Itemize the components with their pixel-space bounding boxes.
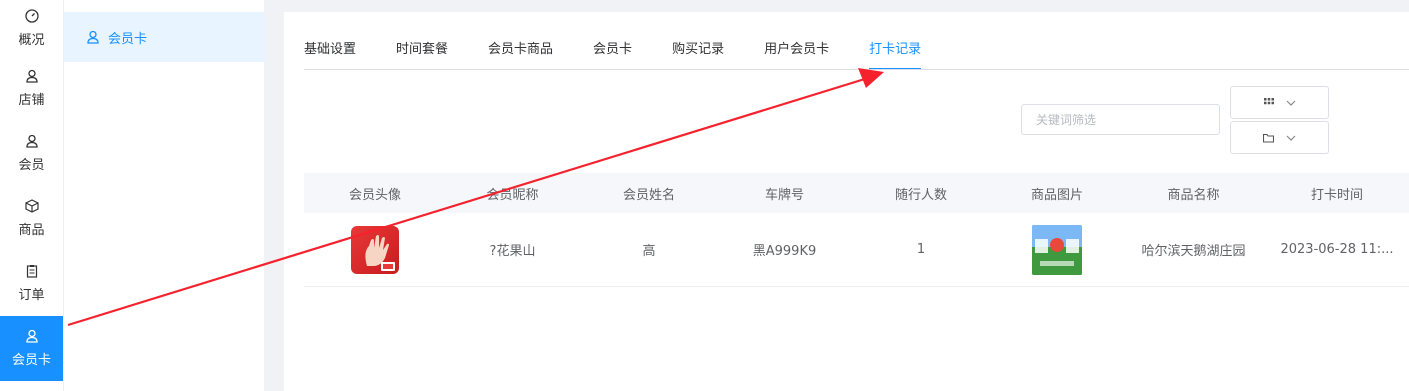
user-icon [87, 30, 99, 44]
column-header: 商品名称 [1167, 187, 1220, 203]
table-header: 会员头像 会员昵称 会员姓名 车牌号 随行人数 商品图片 商品名称 打卡时间 [304, 173, 1409, 213]
avatar-cell [304, 225, 446, 274]
license-plate: 黑A999K9 [752, 244, 817, 259]
column-header: 车牌号 [764, 187, 804, 203]
member-nickname: ?花果山 [489, 244, 536, 259]
sidebar-item-label: 会员卡 [11, 353, 51, 368]
sidebar-item-label: 订单 [18, 287, 45, 303]
product-thumbnail [1032, 224, 1082, 275]
main-sidebar: 概况 店铺 会员 商品 订单 会员卡 [0, 0, 63, 391]
chevron-down-icon [1286, 100, 1295, 106]
column-header: 会员姓名 [622, 187, 675, 203]
keyword-filter-input[interactable] [1021, 104, 1220, 135]
column-header: 商品图片 [1030, 187, 1083, 203]
tab-basic-settings[interactable]: 基础设置 [304, 38, 356, 70]
tab-checkin-records[interactable]: 打卡记录 [869, 38, 922, 70]
user-icon [25, 69, 38, 83]
tab-membership-card[interactable]: 会员卡 [593, 38, 632, 70]
sidebar-item-products[interactable]: 商品 [0, 186, 63, 250]
folder-icon [1263, 133, 1274, 143]
sidebar-item-membership-card[interactable]: 会员卡 [0, 316, 63, 381]
sidebar-item-label: 商品 [18, 222, 45, 238]
sidebar-item-label: 店铺 [18, 92, 45, 108]
sidebar-item-label: 概况 [18, 32, 45, 48]
grid-icon [1263, 97, 1274, 104]
sub-sidebar: 会员卡 [63, 0, 265, 391]
submenu-item-label: 会员卡 [108, 31, 148, 47]
sidebar-item-store[interactable]: 店铺 [0, 56, 63, 120]
export-button[interactable] [1230, 121, 1329, 154]
sidebar-item-label: 会员 [18, 157, 45, 173]
box-icon [24, 198, 39, 213]
dashboard-icon [24, 8, 39, 23]
member-name: 高 [642, 244, 656, 259]
column-header: 会员昵称 [486, 187, 539, 203]
content-panel: 基础设置 时间套餐 会员卡商品 会员卡 购买记录 用户会员卡 打卡记录 会员头像… [284, 12, 1409, 391]
column-header: 随行人数 [894, 187, 947, 203]
column-settings-button[interactable] [1230, 86, 1329, 119]
product-image[interactable] [1032, 224, 1082, 275]
sidebar-item-members[interactable]: 会员 [0, 121, 63, 185]
column-header: 会员头像 [348, 187, 401, 203]
tab-card-products[interactable]: 会员卡商品 [488, 38, 553, 70]
member-avatar-image [365, 234, 395, 271]
submenu-item-membership-card[interactable]: 会员卡 [64, 12, 265, 62]
user-icon [25, 329, 38, 343]
sidebar-item-overview[interactable]: 概况 [0, 0, 63, 60]
column-header: 打卡时间 [1310, 187, 1363, 203]
product-name: 哈尔滨天鹅湖庄园 [1141, 244, 1246, 259]
avatar[interactable] [351, 225, 399, 274]
table-row: ?花果山 高 黑A999K9 1 哈尔滨天鹅湖庄园 2023-06-28 11:… [304, 213, 1409, 287]
tab-bar: 基础设置 时间套餐 会员卡商品 会员卡 购买记录 用户会员卡 打卡记录 [304, 38, 961, 70]
chevron-down-icon [1286, 135, 1296, 141]
tab-user-cards[interactable]: 用户会员卡 [764, 38, 829, 70]
sidebar-item-orders[interactable]: 订单 [0, 251, 63, 315]
tab-purchase-records[interactable]: 购买记录 [672, 38, 724, 70]
checkin-time: 2023-06-28 11:... [1280, 242, 1394, 257]
tab-time-packages[interactable]: 时间套餐 [396, 38, 448, 70]
tab-divider [304, 69, 1409, 70]
clipboard-icon [26, 264, 37, 278]
product-image-cell [992, 224, 1122, 275]
user-icon [25, 134, 38, 148]
companion-count: 1 [916, 242, 926, 257]
